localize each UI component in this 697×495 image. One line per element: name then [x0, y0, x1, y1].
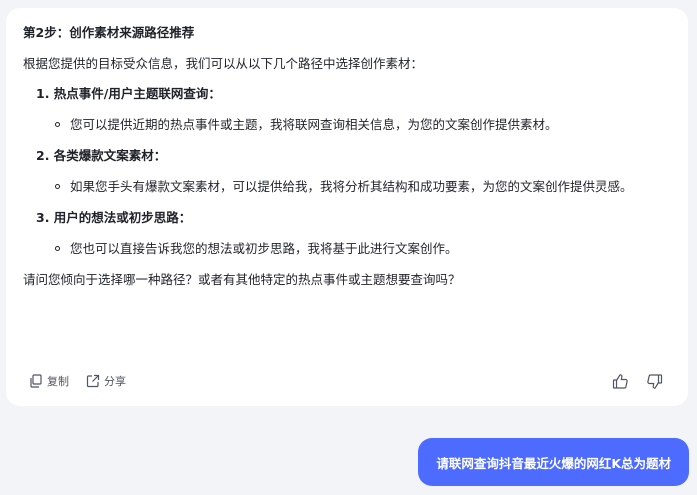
- user-message: 请联网查询抖音最近火爆的网红K总为题材: [418, 438, 689, 486]
- share-label: 分享: [104, 375, 126, 388]
- message-heading: 第2步：创作素材来源路径推荐: [23, 25, 195, 40]
- share-icon: [86, 374, 100, 388]
- thumbs-up-icon: [612, 373, 628, 389]
- copy-label: 复制: [47, 375, 69, 388]
- option-title: 3. 用户的想法或初步思路：: [36, 210, 192, 225]
- list-item: 2. 各类爆款文案素材： 如果您手头有爆款文案素材，可以提供给我，我将分析其结构…: [23, 147, 671, 199]
- dislike-button[interactable]: [646, 370, 667, 392]
- copy-button[interactable]: 复制: [29, 370, 69, 392]
- option-detail-text: 您可以提供近期的热点事件或主题，我将联网查询相关信息，为您的文案创作提供素材。: [70, 117, 558, 132]
- option-title: 2. 各类爆款文案素材：: [36, 148, 167, 163]
- path-options-list: 1. 热点事件/用户主题联网查询： 您可以提供近期的热点事件或主题，我将联网查询…: [23, 85, 671, 261]
- option-detail: 您也可以直接告诉我您的想法或初步思路，我将基于此进行文案创作。: [23, 237, 671, 261]
- bullet-icon: [55, 122, 60, 127]
- option-detail: 如果您手头有爆款文案素材，可以提供给我，我将分析其结构和成功要素，为您的文案创作…: [23, 175, 671, 199]
- option-title: 1. 热点事件/用户主题联网查询：: [36, 86, 221, 101]
- share-button[interactable]: 分享: [86, 370, 126, 392]
- user-message-text: 请联网查询抖音最近火爆的网红K总为题材: [436, 455, 671, 471]
- copy-icon: [30, 374, 42, 388]
- chat-page: 第2步：创作素材来源路径推荐 根据您提供的目标受众信息，我们可以从以下几个路径中…: [0, 0, 697, 495]
- option-detail: 您可以提供近期的热点事件或主题，我将联网查询相关信息，为您的文案创作提供素材。: [23, 113, 671, 137]
- message-intro: 根据您提供的目标受众信息，我们可以从以下几个路径中选择创作素材：: [23, 56, 424, 71]
- thumbs-down-icon: [647, 373, 663, 389]
- bullet-icon: [55, 184, 60, 189]
- like-button[interactable]: [612, 370, 633, 392]
- option-detail-text: 如果您手头有爆款文案素材，可以提供给我，我将分析其结构和成功要素，为您的文案创作…: [70, 179, 633, 194]
- list-item: 1. 热点事件/用户主题联网查询： 您可以提供近期的热点事件或主题，我将联网查询…: [23, 85, 671, 137]
- follow-up-question: 请问您倾向于选择哪一种路径？或者有其他特定的热点事件或主题想要查询吗？: [23, 272, 461, 287]
- message-actions: 复制 分享: [6, 370, 688, 392]
- bullet-icon: [55, 246, 60, 251]
- list-item: 3. 用户的想法或初步思路： 您也可以直接告诉我您的想法或初步思路，我将基于此进…: [23, 209, 671, 261]
- option-detail-text: 您也可以直接告诉我您的想法或初步思路，我将基于此进行文案创作。: [70, 241, 458, 256]
- assistant-message: 第2步：创作素材来源路径推荐 根据您提供的目标受众信息，我们可以从以下几个路径中…: [6, 8, 688, 406]
